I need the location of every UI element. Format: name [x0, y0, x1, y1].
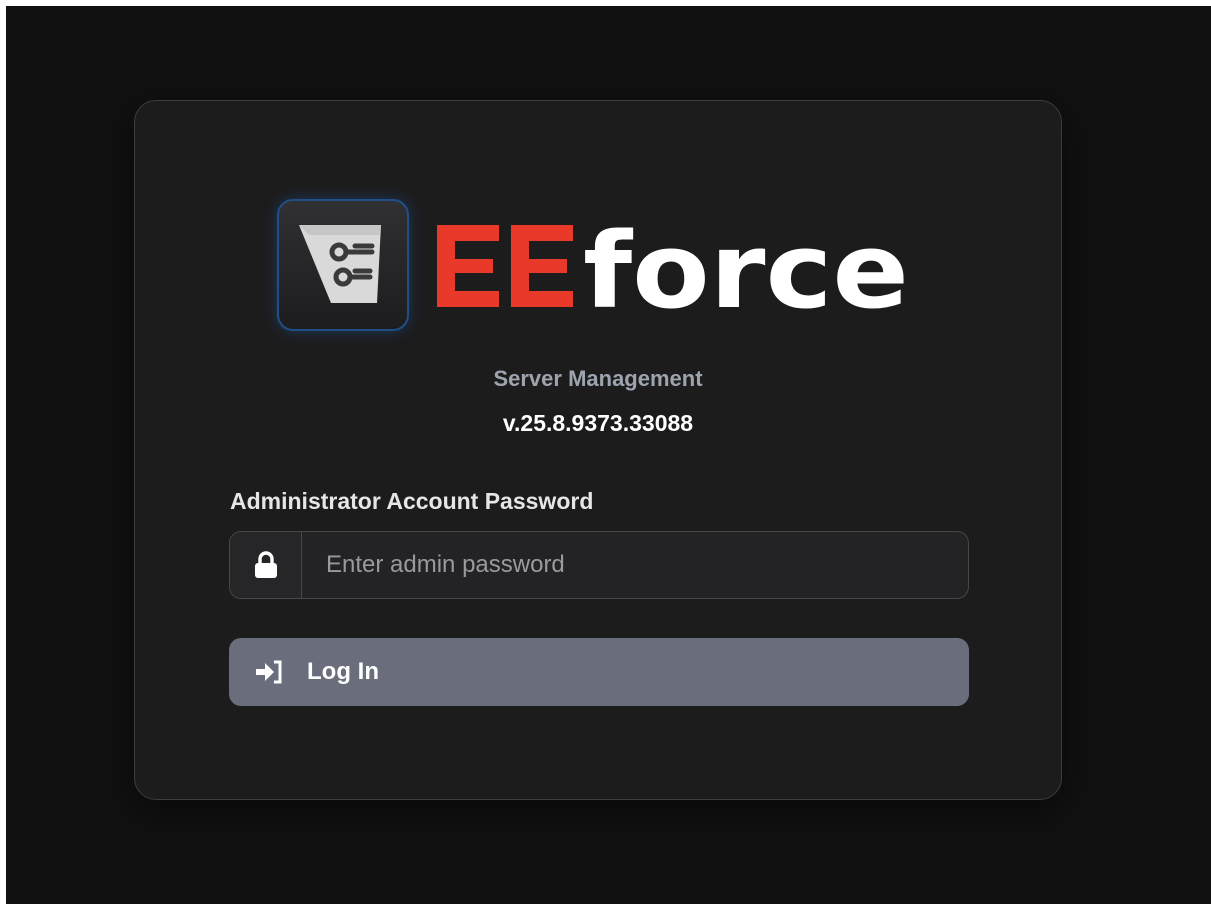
eeforce-wordmark: force: [437, 215, 909, 315]
login-card: force Server Management v.25.8.9373.3308…: [134, 100, 1062, 800]
login-button[interactable]: Log In: [229, 638, 969, 706]
circuit-page-icon-graphic: [299, 225, 381, 303]
brand-accent-letters: [437, 225, 573, 307]
app-subtitle: Server Management: [493, 366, 703, 391]
password-input-group: [229, 531, 969, 599]
circuit-page-icon: [277, 199, 409, 331]
login-button-label: Log In: [307, 658, 379, 685]
password-input[interactable]: [302, 532, 968, 598]
sign-in-icon-graphic: [256, 660, 282, 684]
app-version: v.25.8.9373.33088: [502, 410, 694, 436]
lock-icon: [230, 532, 302, 598]
brand-name-rest: force: [583, 215, 909, 315]
password-label: Administrator Account Password: [230, 488, 594, 514]
login-screen: force Server Management v.25.8.9373.3308…: [6, 6, 1211, 904]
lock-icon-graphic: [254, 551, 277, 578]
sign-in-icon: [253, 658, 285, 686]
brand-logo: force: [277, 196, 913, 334]
